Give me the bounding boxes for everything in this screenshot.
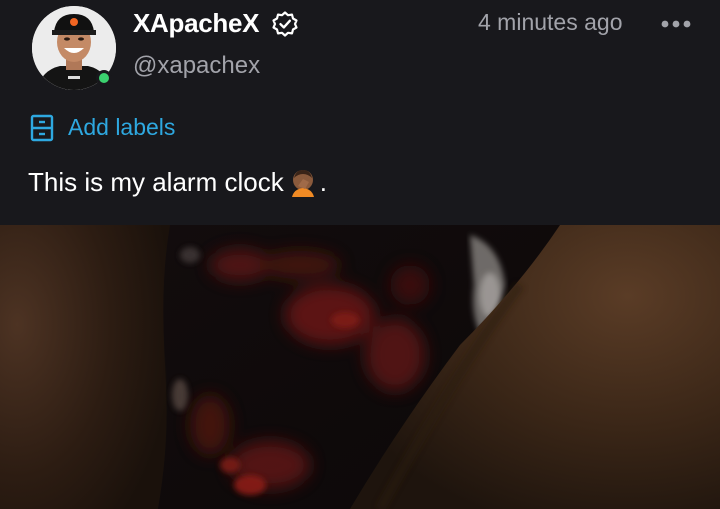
add-labels-label: Add labels: [68, 114, 176, 140]
post-media-image[interactable]: [0, 225, 720, 509]
label-icon: [30, 114, 54, 142]
post-photo: [0, 225, 720, 509]
author-avatar[interactable]: [32, 6, 116, 90]
verified-badge-icon: [272, 11, 298, 37]
online-status-indicator: [96, 70, 112, 86]
post-text: This is my alarm clock .: [28, 167, 327, 198]
author-display-name[interactable]: XApacheX: [133, 8, 260, 39]
author-handle[interactable]: @xapachex: [133, 52, 260, 80]
post-text-suffix: .: [319, 167, 327, 197]
post-timestamp: 4 minutes ago: [478, 9, 623, 35]
face-palm-emoji: [291, 170, 314, 197]
post-text-body: This is my alarm clock: [28, 167, 284, 197]
post-header: XApacheX @xapachex 4 minutes ago Add lab…: [0, 0, 720, 225]
more-options-icon[interactable]: [660, 16, 692, 32]
